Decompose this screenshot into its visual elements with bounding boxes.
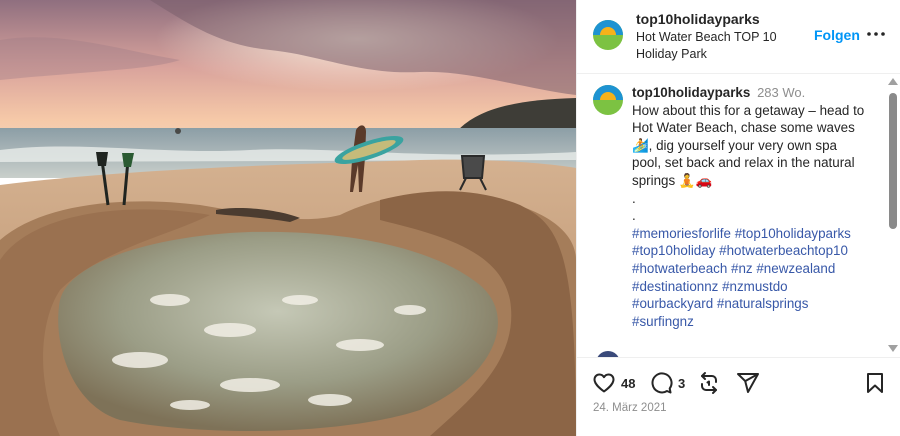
hashtag-link[interactable]: #naturalsprings (717, 296, 809, 311)
comments-scrollbar[interactable] (886, 75, 900, 357)
hashtag-link[interactable]: #hotwaterbeachtop10 (719, 243, 848, 258)
caption-line: pool, set back and relax in the natural (632, 155, 855, 171)
comment-icon[interactable] (649, 371, 673, 395)
hashtag-line: #memoriesforlife #top10holidayparks (632, 225, 877, 243)
caption-meta-line: top10holidayparks 283 Wo. (632, 84, 877, 102)
caption-line: . (632, 190, 636, 206)
post-date[interactable]: 24. März 2021 (593, 402, 667, 414)
hashtag-line: #destinationnz #nzmustdo (632, 278, 877, 296)
hashtag-link[interactable]: #surfingnz (632, 314, 694, 329)
header-username[interactable]: top10holidayparks (636, 11, 760, 27)
hashtag-link[interactable]: #top10holiday (632, 243, 715, 258)
heart-icon[interactable] (592, 371, 616, 395)
caption-line: How about this for a getaway – head to (632, 102, 865, 118)
post-header: top10holidayparks Hot Water Beach TOP 10… (577, 0, 900, 74)
hashtag-link[interactable]: #ourbackyard (632, 296, 713, 311)
hashtag-link[interactable]: #memoriesforlife (632, 226, 731, 241)
repost-icon[interactable] (697, 371, 721, 395)
post-photo[interactable] (0, 0, 576, 436)
profile-avatar[interactable] (593, 20, 623, 50)
hashtag-link[interactable]: #top10holidayparks (735, 226, 851, 241)
comment-count[interactable]: 3 (678, 376, 685, 391)
caption-username[interactable]: top10holidayparks (632, 85, 750, 100)
caption-line: springs 🧘🚗 (632, 172, 713, 188)
caption-time[interactable]: 283 Wo. (757, 85, 805, 100)
comments-area[interactable]: top10holidayparks 283 Wo. How about this… (577, 75, 900, 357)
scroll-thumb[interactable] (889, 93, 897, 229)
hashtag-link[interactable]: #destinationnz (632, 279, 718, 294)
hashtag-line: #hotwaterbeach #nz #newzealand (632, 260, 877, 278)
hashtag-link[interactable]: #hotwaterbeach (632, 261, 727, 276)
hashtag-line: #top10holiday #hotwaterbeachtop10 (632, 242, 877, 260)
caption-line: . (632, 208, 636, 224)
caption: top10holidayparks 283 Wo. How about this… (632, 84, 877, 330)
location-link[interactable]: Hot Water Beach TOP 10 Holiday Park (636, 29, 816, 63)
caption-line: 🏄, dig yourself your very own spa (632, 137, 837, 153)
hashtag-link[interactable]: #newzealand (756, 261, 835, 276)
hashtag-link[interactable]: #nz (731, 261, 753, 276)
hashtag-line: #ourbackyard #naturalsprings (632, 295, 877, 313)
more-horizontal-icon[interactable] (866, 24, 886, 44)
post-actions: 48 3 24. März 2021 (577, 357, 900, 436)
hashtag-link[interactable]: #nzmustdo (722, 279, 788, 294)
post-dialog: top10holidayparks Hot Water Beach TOP 10… (0, 0, 900, 436)
beach-photo (0, 0, 576, 436)
scroll-up-arrow-icon[interactable] (888, 78, 898, 85)
caption-line: Hot Water Beach, chase some waves (632, 120, 855, 136)
caption-avatar[interactable] (593, 85, 623, 115)
hashtag-line: #surfingnz (632, 313, 877, 331)
like-count[interactable]: 48 (621, 376, 635, 391)
bookmark-icon[interactable] (863, 371, 887, 395)
post-side-panel: top10holidayparks Hot Water Beach TOP 10… (576, 0, 900, 436)
follow-button[interactable]: Folgen (814, 27, 860, 43)
scroll-down-arrow-icon[interactable] (888, 345, 898, 352)
share-icon[interactable] (736, 371, 760, 395)
